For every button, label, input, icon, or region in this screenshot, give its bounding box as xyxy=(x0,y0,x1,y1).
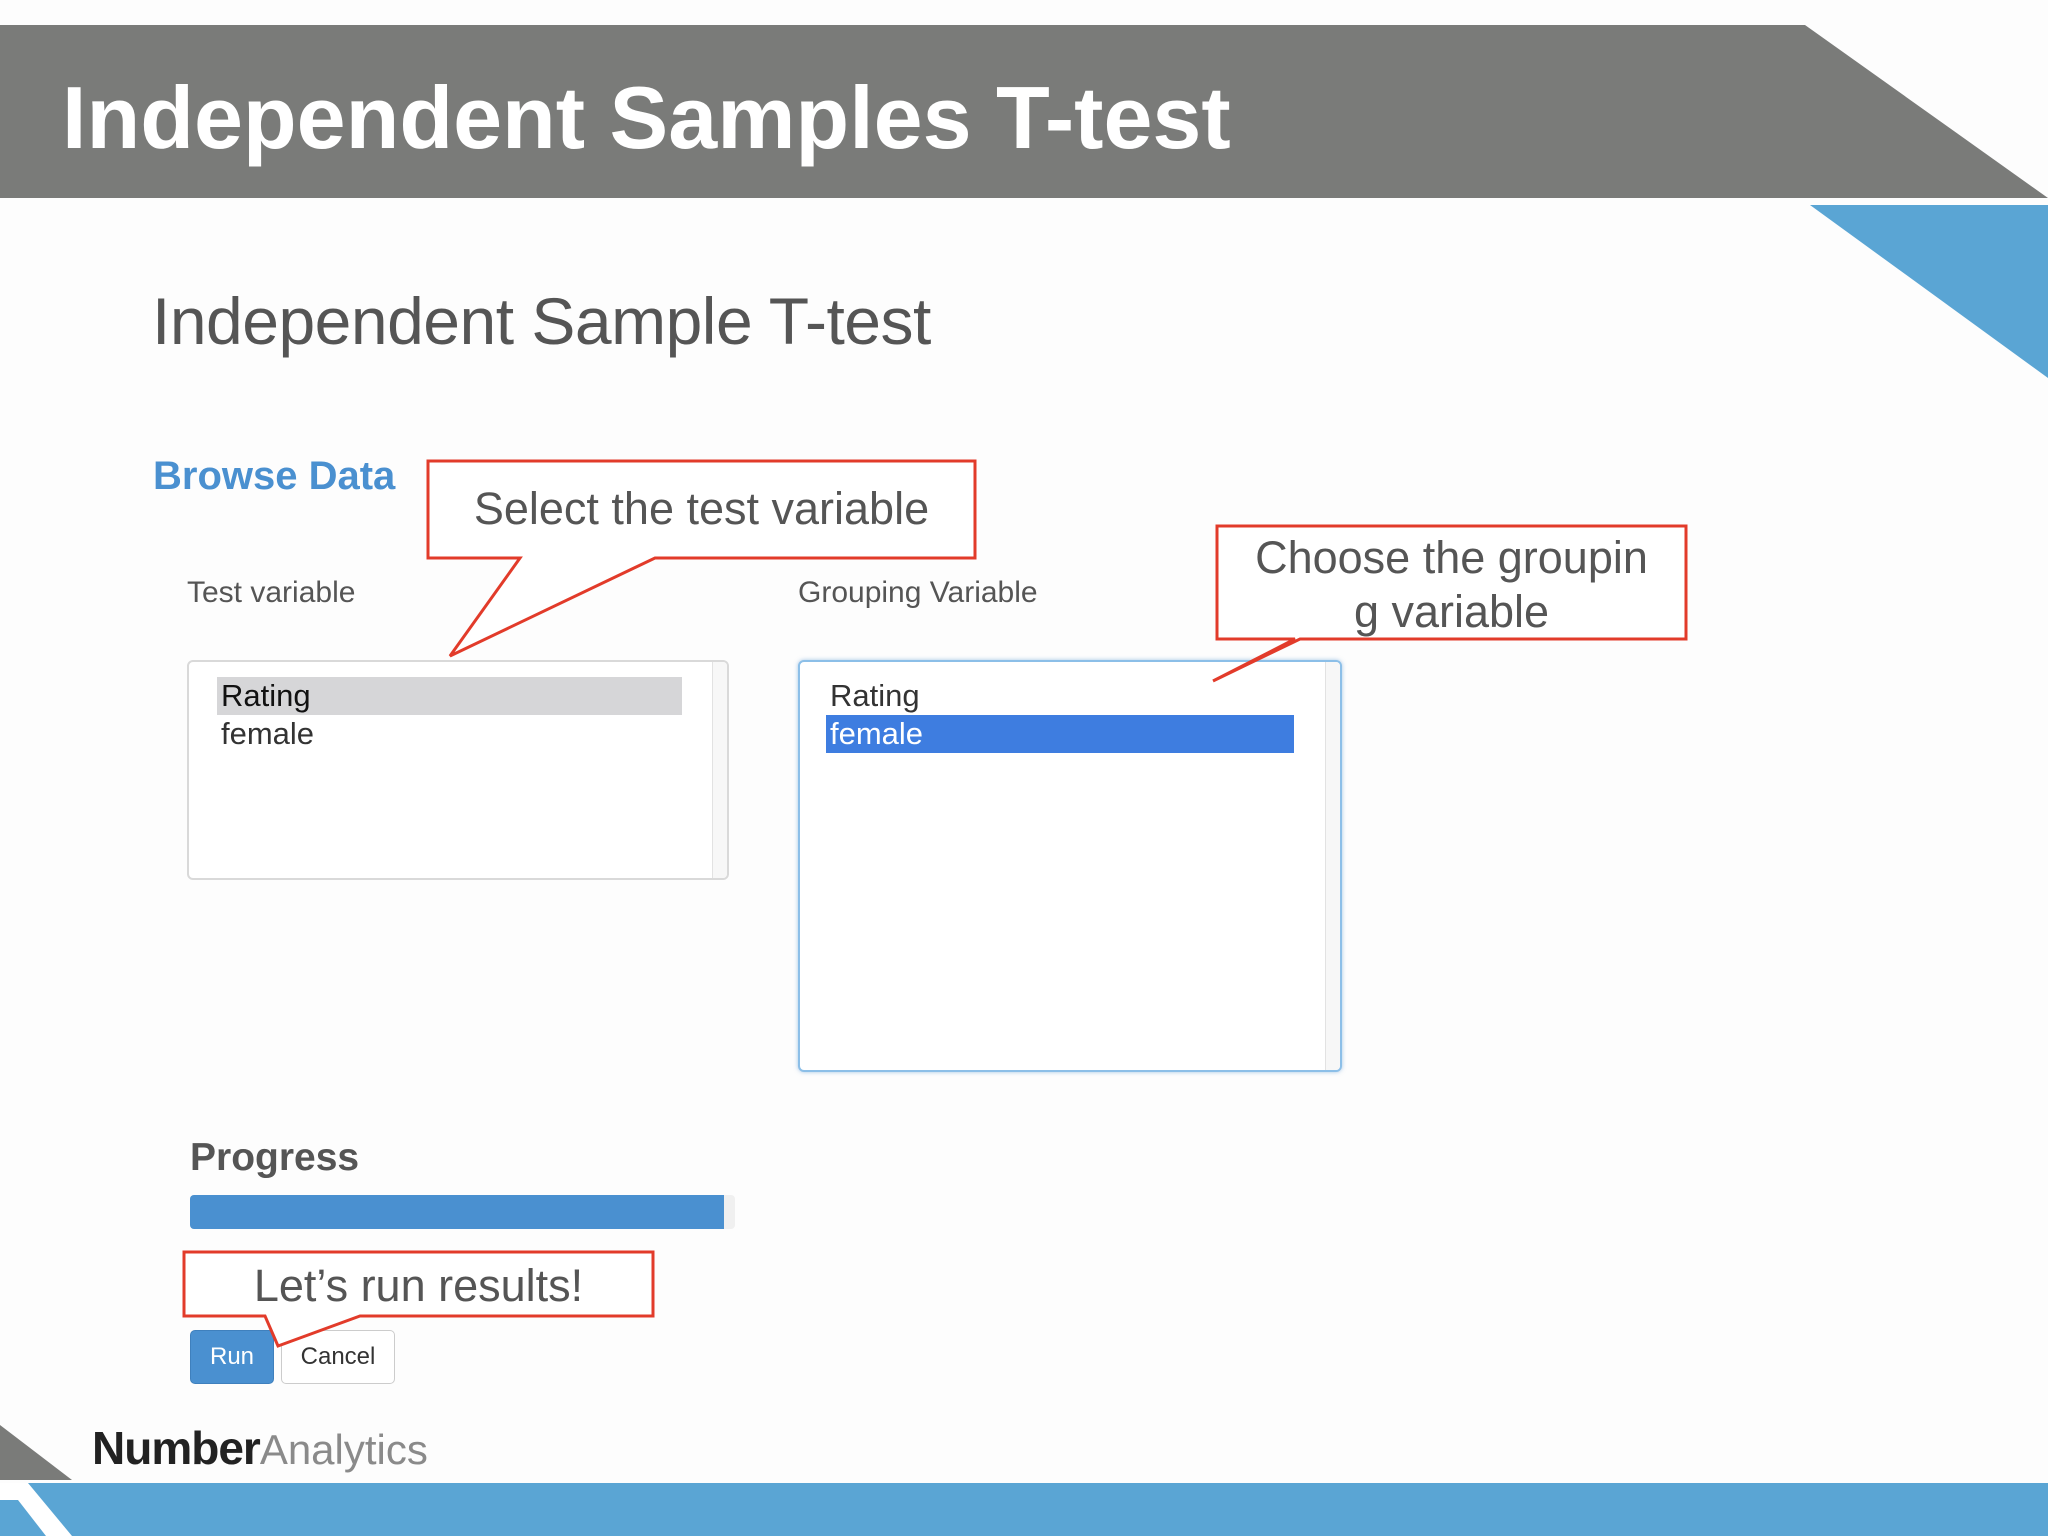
logo-number-text: Number xyxy=(92,1422,261,1474)
callout-select-test-text: Select the test variable xyxy=(473,483,930,534)
callout-choose-grouping-line1: Choose the groupin xyxy=(1255,532,1648,583)
callout-run-results-text: Let’s run results! xyxy=(253,1260,584,1311)
logo-analytics-text: Analytics xyxy=(259,1426,428,1473)
number-analytics-logo: NumberAnalytics xyxy=(92,1425,428,1471)
callout-choose-grouping-line2: g variable xyxy=(1353,586,1550,637)
